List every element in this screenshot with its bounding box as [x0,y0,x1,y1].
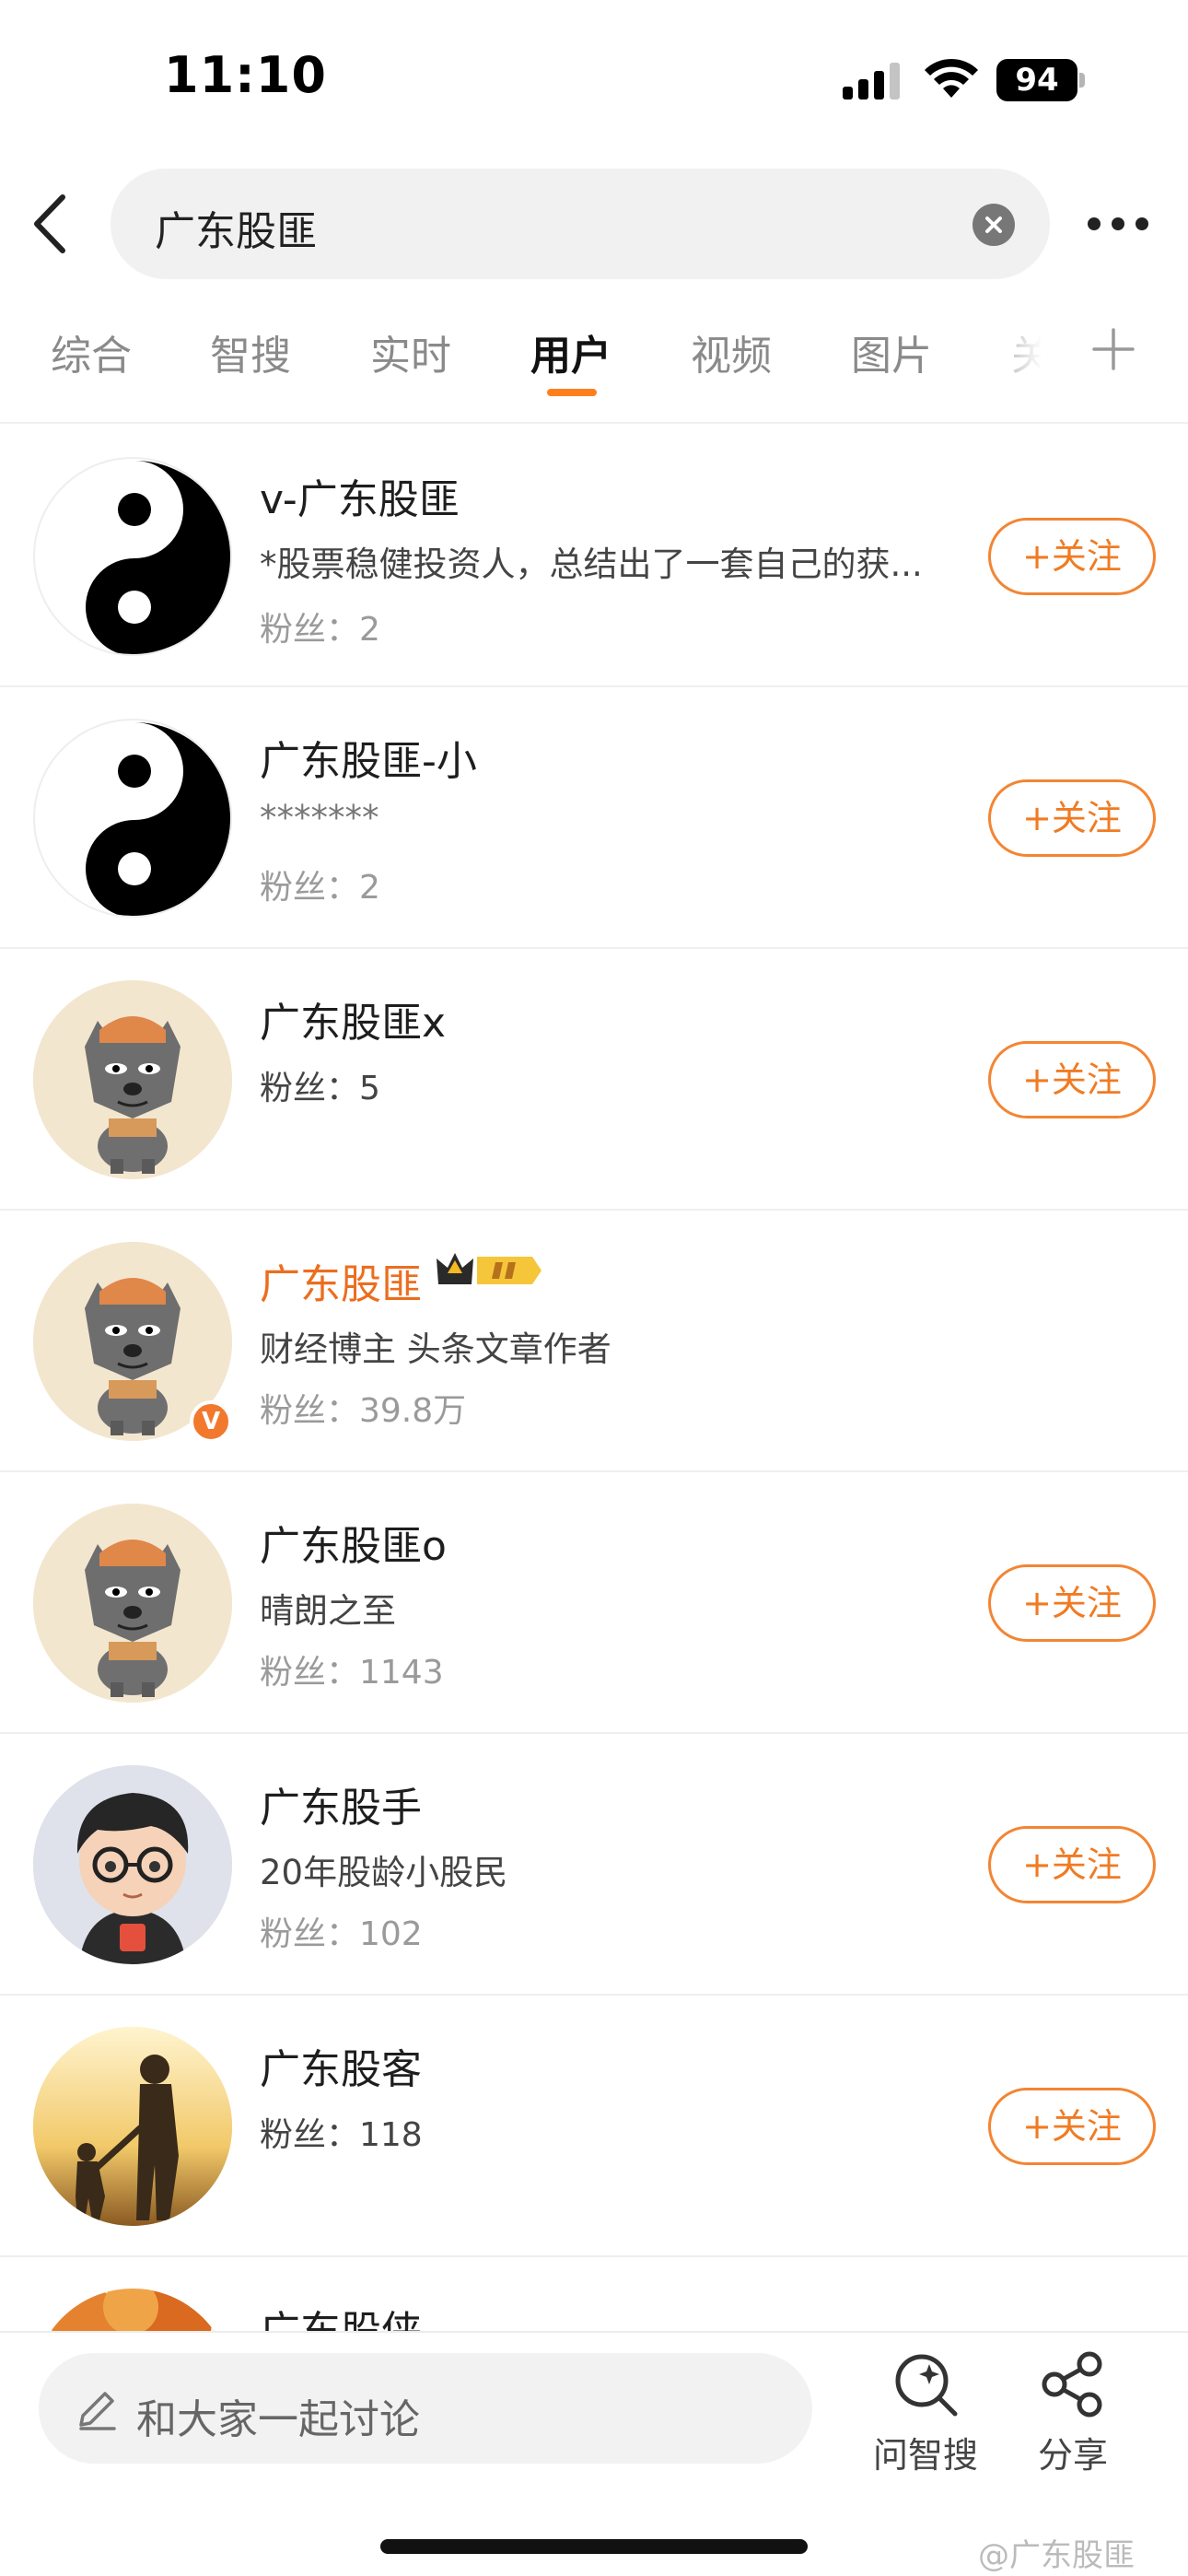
user-row[interactable]: 广东股匪-小 ******* 粉丝：2 +关注 [0,687,1188,949]
avatar-boy-cartoon[interactable] [33,1765,232,1964]
follow-button[interactable]: +关注 [988,1826,1156,1903]
verified-badge-icon: V [190,1400,232,1443]
tab-fade [976,304,1077,415]
user-fans-count: 粉丝：1143 [260,1654,444,1692]
wolf-cartoon-icon [33,980,232,1179]
user-fans-count: 粉丝：102 [260,1915,423,1953]
autumn-tree-icon [33,2289,232,2333]
search-input[interactable]: 广东股匪 [111,169,1050,279]
share-button[interactable]: 分享 [1013,2348,1133,2477]
battery-cap [1079,73,1085,88]
watermark: @广东股匪 [978,2537,1135,2574]
back-arrow-icon[interactable] [28,192,74,256]
user-row[interactable]: 广东股匪x 粉丝：5 +关注 [0,949,1188,1211]
tab-realtime[interactable]: 实时 [370,322,451,381]
user-description: 财经博主 头条文章作者 [260,1329,611,1369]
battery-icon: 94 [996,59,1085,101]
wifi-icon [925,58,978,98]
follow-button[interactable]: +关注 [988,2088,1156,2165]
user-name[interactable]: 广东股匪x [260,989,446,1048]
avatar-sunset-silhouette[interactable] [33,2027,232,2226]
user-name[interactable]: 广东股匪 [260,1251,422,1310]
tab-comprehensive[interactable]: 综合 [51,322,132,381]
status-bar: 11:10 94 [0,0,1188,157]
share-icon [1042,2351,1102,2418]
ask-smart-search-button[interactable]: 问智搜 [866,2348,985,2477]
user-name[interactable]: 广东股手 [260,1774,422,1833]
follow-button[interactable]: +关注 [988,1564,1156,1642]
user-row[interactable]: 广东股客 粉丝：118 +关注 [0,1996,1188,2257]
user-row[interactable]: 广东股匪o 晴朗之至 粉丝：1143 +关注 [0,1472,1188,1734]
follow-button[interactable]: +关注 [988,518,1156,595]
user-fans-count: 粉丝：39.8万 [260,1392,467,1430]
user-fans-count: 粉丝：2 [260,869,380,907]
user-name[interactable]: 广东股客 [260,2036,422,2095]
wolf-cartoon-icon [33,1504,232,1703]
user-row-verified[interactable]: V 广东股匪 财经博主 头条文章作者 粉丝：39.8万 [0,1211,1188,1472]
comment-placeholder: 和大家一起讨论 [136,2396,420,2443]
ask-smart-search-label: 问智搜 [872,2435,978,2476]
user-description: 晴朗之至 [260,1591,396,1631]
avatar-yinyang[interactable] [33,719,232,918]
user-description: *股票稳健投资人，总结出了一套自己的获... [260,544,923,584]
crown-membership-icon [437,1253,542,1284]
user-fans-count: 粉丝：2 [260,611,380,649]
tab-videos[interactable]: 视频 [691,322,772,381]
tab-images[interactable]: 图片 [851,322,932,381]
user-row[interactable]: v-广东股匪 *股票稳健投资人，总结出了一套自己的获... 粉丝：2 +关注 [0,426,1188,687]
tab-smart-search[interactable]: 智搜 [210,322,291,381]
user-row[interactable]: 广东股侠 [0,2257,1188,2333]
battery-level: 94 [996,59,1077,101]
user-row[interactable]: 广东股手 20年股龄小股民 粉丝：102 +关注 [0,1734,1188,1996]
user-name[interactable]: 广东股匪-小 [260,728,477,787]
user-description: ******* [260,798,379,837]
avatar-wolf-cartoon[interactable] [33,980,232,1179]
tab-users[interactable]: 用户 [530,322,611,381]
user-name[interactable]: 广东股匪o [260,1513,447,1572]
user-fans-count: 粉丝：118 [260,2116,423,2154]
add-tab-icon[interactable] [1092,328,1135,370]
follow-button[interactable]: +关注 [988,779,1156,857]
user-fans-count: 粉丝：5 [260,1070,380,1107]
bottom-bar: 和大家一起讨论 问智搜 分享 @广东股匪 [0,2331,1188,2576]
pen-icon [79,2392,116,2430]
active-tab-indicator [547,389,597,396]
yinyang-icon [37,722,230,916]
user-results-list: v-广东股匪 *股票稳健投资人，总结出了一套自己的获... 粉丝：2 +关注 广… [0,426,1188,2333]
clear-search-icon[interactable] [973,204,1015,246]
boy-cartoon-icon [33,1765,232,1964]
follow-button[interactable]: +关注 [988,1041,1156,1118]
cellular-signal-icon [843,63,900,100]
avatar-yinyang[interactable] [33,457,232,656]
avatar-autumn[interactable] [33,2289,232,2333]
comment-input[interactable]: 和大家一起讨论 [39,2353,812,2464]
search-tabs: 综合 智搜 实时 用户 视频 图片 关 [0,304,1188,424]
search-query[interactable]: 广东股匪 [155,198,317,257]
more-options-icon[interactable] [1085,212,1151,236]
avatar-wolf-cartoon[interactable] [33,1504,232,1703]
user-description: 20年股龄小股民 [260,1853,508,1892]
user-name[interactable]: 广东股侠 [260,2298,422,2333]
status-time: 11:10 [164,46,327,104]
yinyang-icon [37,461,230,654]
smart-search-icon [895,2354,958,2417]
share-label: 分享 [1037,2435,1108,2476]
sunset-silhouette-icon [33,2027,232,2226]
home-indicator [380,2539,808,2554]
user-name[interactable]: v-广东股匪 [260,466,460,525]
